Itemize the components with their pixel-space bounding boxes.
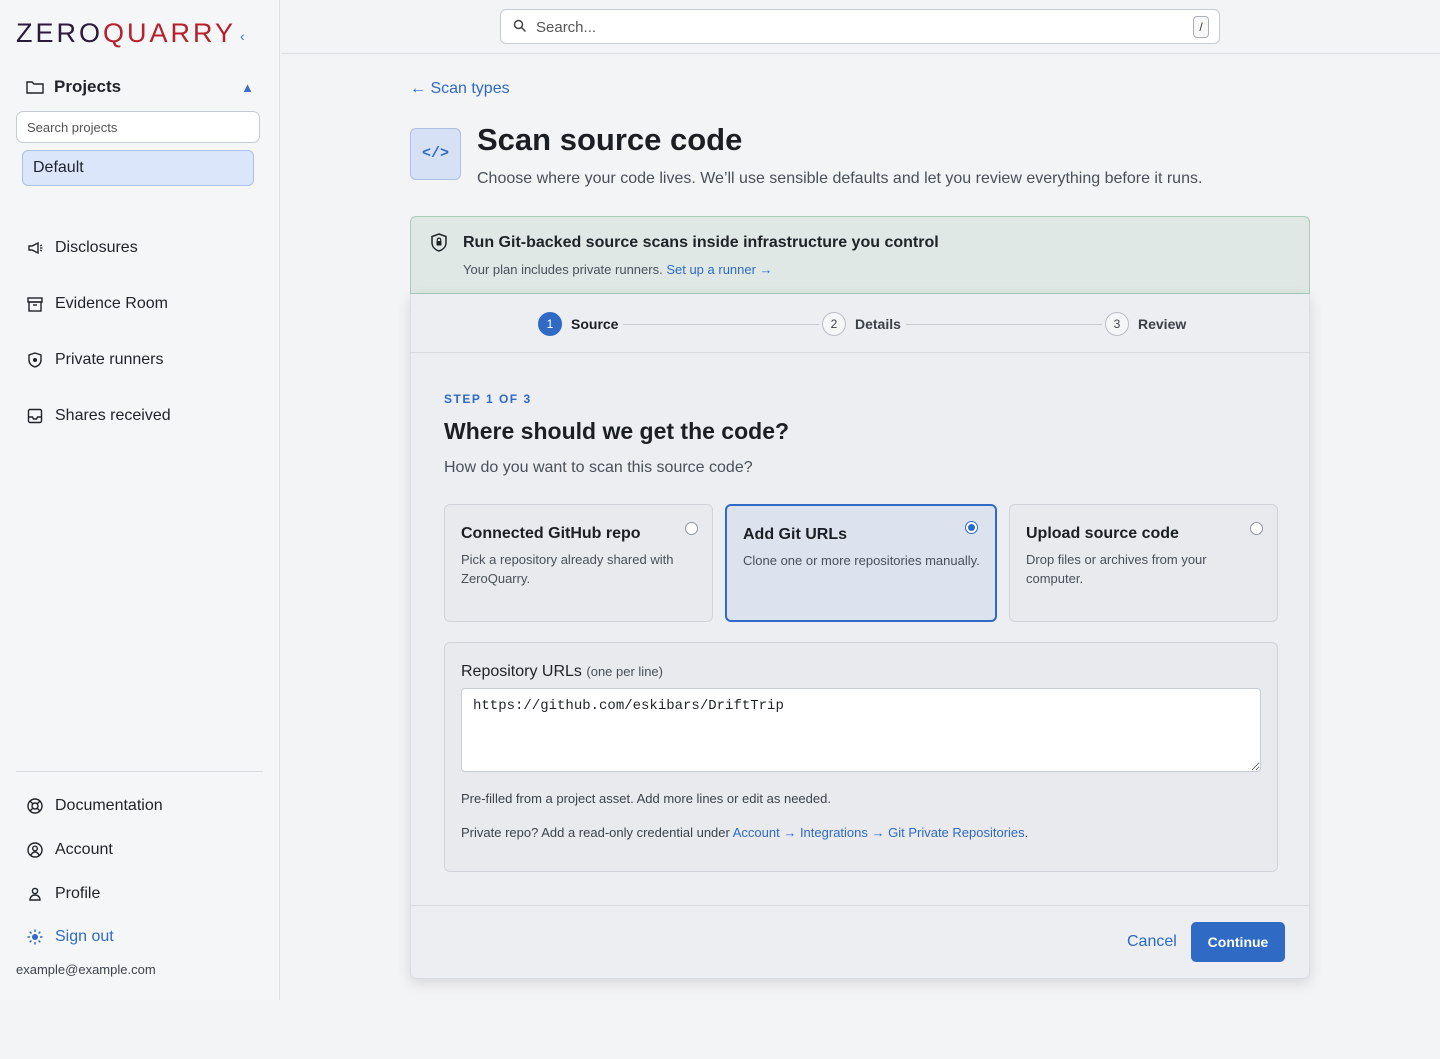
step-details[interactable]: 2 Details <box>822 312 901 336</box>
sidebar-item-label: Account <box>55 841 113 858</box>
top-bar: / <box>281 0 1440 54</box>
projects-header[interactable]: Projects ▲ <box>26 76 254 98</box>
sidebar-item-label: Profile <box>55 885 101 902</box>
step-number: 1 <box>538 312 562 336</box>
private-repo-hint-prefix: Private repo? Add a read-only credential… <box>461 825 730 840</box>
sign-out-label: Sign out <box>55 928 114 945</box>
project-item-default[interactable]: Default <box>22 150 254 186</box>
question-subtitle: How do you want to scan this source code… <box>444 459 753 476</box>
option-radio[interactable] <box>965 521 978 534</box>
user-icon <box>29 887 41 901</box>
step-review[interactable]: 3 Review <box>1105 312 1186 336</box>
zeroquarry-logo[interactable]: ZEROQUARRY <box>16 18 236 49</box>
sidebar-item-evidence-room[interactable]: Evidence Room <box>26 295 168 313</box>
logo-text-quarry: QUARRY <box>103 18 237 48</box>
sidebar-item-account[interactable]: Account <box>26 841 113 859</box>
option-title: Upload source code <box>1026 525 1179 542</box>
option-radio[interactable] <box>685 522 698 535</box>
sidebar-item-documentation[interactable]: Documentation <box>26 797 163 815</box>
folder-icon <box>26 81 44 94</box>
scan-wizard-card: 1 Source 2 Details 3 Review STEP 1 OF 3 … <box>410 294 1310 979</box>
banner-text-body: Your plan includes private runners. <box>463 262 663 277</box>
sidebar-item-private-runners[interactable]: Private runners <box>26 351 164 369</box>
step-label: Details <box>855 316 901 332</box>
step-connector <box>623 324 819 325</box>
option-add-git-urls[interactable]: Add Git URLs Clone one or more repositor… <box>725 504 997 622</box>
sidebar-item-label: Shares received <box>55 407 171 424</box>
option-title: Connected GitHub repo <box>461 525 641 542</box>
option-description: Clone one or more repositories manually. <box>743 553 980 568</box>
archive-icon <box>27 297 43 312</box>
inbox-icon <box>27 408 43 424</box>
integrations-link[interactable]: Account → Integrations → Git Private Rep… <box>733 825 1025 840</box>
set-up-runner-link[interactable]: Set up a runner → <box>666 262 772 277</box>
step-connector <box>906 324 1102 325</box>
repository-urls-label-hint: (one per line) <box>586 664 663 679</box>
sidebar-item-label: Evidence Room <box>55 295 168 312</box>
banner-text: Your plan includes private runners. Set … <box>463 262 773 277</box>
megaphone-icon <box>28 241 43 255</box>
cancel-button[interactable]: Cancel <box>1127 933 1177 951</box>
keyboard-shortcut-hint: / <box>1193 16 1209 38</box>
user-circle-icon <box>27 842 43 858</box>
sun-icon <box>27 929 43 945</box>
repository-urls-label-text: Repository URLs <box>461 663 582 680</box>
repository-urls-panel: Repository URLs (one per line) https://g… <box>444 642 1278 872</box>
logo-text-zero: ZERO <box>16 18 104 48</box>
banner-title: Run Git-backed source scans inside infra… <box>463 234 939 251</box>
back-to-scan-types-link[interactable]: ← Scan types <box>410 80 510 98</box>
option-radio[interactable] <box>1250 522 1263 535</box>
page-subtitle: Choose where your code lives. We’ll use … <box>477 170 1203 187</box>
repository-urls-textarea[interactable]: https://github.com/eskibars/DriftTrip <box>461 688 1261 772</box>
option-description: Pick a repository already shared with Ze… <box>461 552 674 586</box>
private-repo-hint: Private repo? Add a read-only credential… <box>461 825 1028 840</box>
shield-icon <box>431 233 447 252</box>
option-title: Add Git URLs <box>743 526 847 543</box>
global-search[interactable]: / <box>500 9 1220 44</box>
step-source[interactable]: 1 Source <box>538 312 618 336</box>
user-email: example@example.com <box>16 962 156 977</box>
sign-out-button[interactable]: Sign out <box>26 928 114 946</box>
chevron-left-icon[interactable]: ‹ <box>240 28 245 44</box>
projects-label: Projects <box>54 77 122 96</box>
continue-button[interactable]: Continue <box>1191 922 1285 962</box>
sidebar-item-shares-received[interactable]: Shares received <box>26 407 171 425</box>
search-icon <box>513 19 527 33</box>
lifebuoy-icon <box>27 798 43 814</box>
private-runner-banner: Run Git-backed source scans inside infra… <box>410 216 1310 294</box>
step-number: 2 <box>822 312 846 336</box>
step-number: 3 <box>1105 312 1129 336</box>
wizard-footer: Cancel Continue <box>411 905 1309 979</box>
option-description: Drop files or archives from your compute… <box>1026 552 1207 586</box>
prefill-hint: Pre-filled from a project asset. Add mor… <box>461 791 831 806</box>
step-indicator: STEP 1 OF 3 <box>444 392 532 406</box>
question-title: Where should we get the code? <box>444 418 790 444</box>
sidebar-item-disclosures[interactable]: Disclosures <box>26 239 138 257</box>
step-label: Review <box>1138 316 1187 332</box>
sidebar-item-label: Documentation <box>55 797 163 814</box>
option-upload-source-code[interactable]: Upload source code Drop files or archive… <box>1009 504 1278 622</box>
step-label: Source <box>571 316 619 332</box>
page-title: Scan source code <box>477 122 743 157</box>
option-connected-github-repo[interactable]: Connected GitHub repo Pick a repository … <box>444 504 713 622</box>
stepper: 1 Source 2 Details 3 Review <box>411 294 1309 353</box>
search-projects-input[interactable] <box>16 111 260 143</box>
sidebar-item-label: Disclosures <box>55 239 138 256</box>
private-repo-hint-suffix: . <box>1024 825 1029 840</box>
code-icon: </> <box>410 128 461 180</box>
chevron-up-icon[interactable]: ▲ <box>241 80 254 95</box>
sidebar: ZEROQUARRY ‹ Projects ▲ Default Disclosu… <box>0 0 280 1000</box>
sidebar-item-label: Private runners <box>55 351 164 368</box>
shield-icon <box>28 352 42 368</box>
sidebar-item-profile[interactable]: Profile <box>26 885 100 903</box>
repository-urls-label: Repository URLs (one per line) <box>461 663 663 681</box>
search-input[interactable] <box>536 16 1176 38</box>
sidebar-divider <box>16 771 263 772</box>
